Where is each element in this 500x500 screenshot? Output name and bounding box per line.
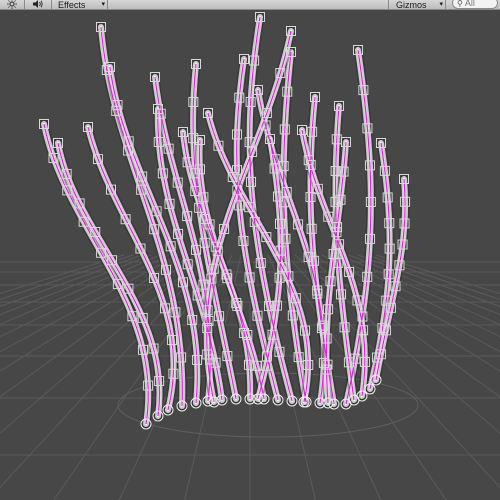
- sun-icon: [7, 0, 17, 11]
- scene-viewport[interactable]: [0, 0, 500, 500]
- chevron-down-icon: ▾: [101, 1, 105, 8]
- gizmos-label: Gizmos: [396, 0, 427, 10]
- effects-label: Effects: [58, 0, 86, 10]
- effects-dropdown[interactable]: Effects ▾: [52, 0, 108, 10]
- speaker-icon: [32, 0, 44, 11]
- lighting-toggle-button[interactable]: [0, 0, 25, 10]
- audio-toggle-button[interactable]: [25, 0, 52, 10]
- chevron-down-icon: ▾: [439, 1, 443, 8]
- scene-canvas[interactable]: [0, 0, 500, 500]
- gizmos-dropdown[interactable]: Gizmos ▾: [388, 0, 446, 10]
- search-icon: ⚲: [457, 0, 463, 8]
- search-field[interactable]: ⚲: [452, 0, 498, 9]
- search-input[interactable]: [464, 0, 493, 8]
- scene-toolbar: Effects ▾ Gizmos ▾ ⚲: [0, 0, 500, 10]
